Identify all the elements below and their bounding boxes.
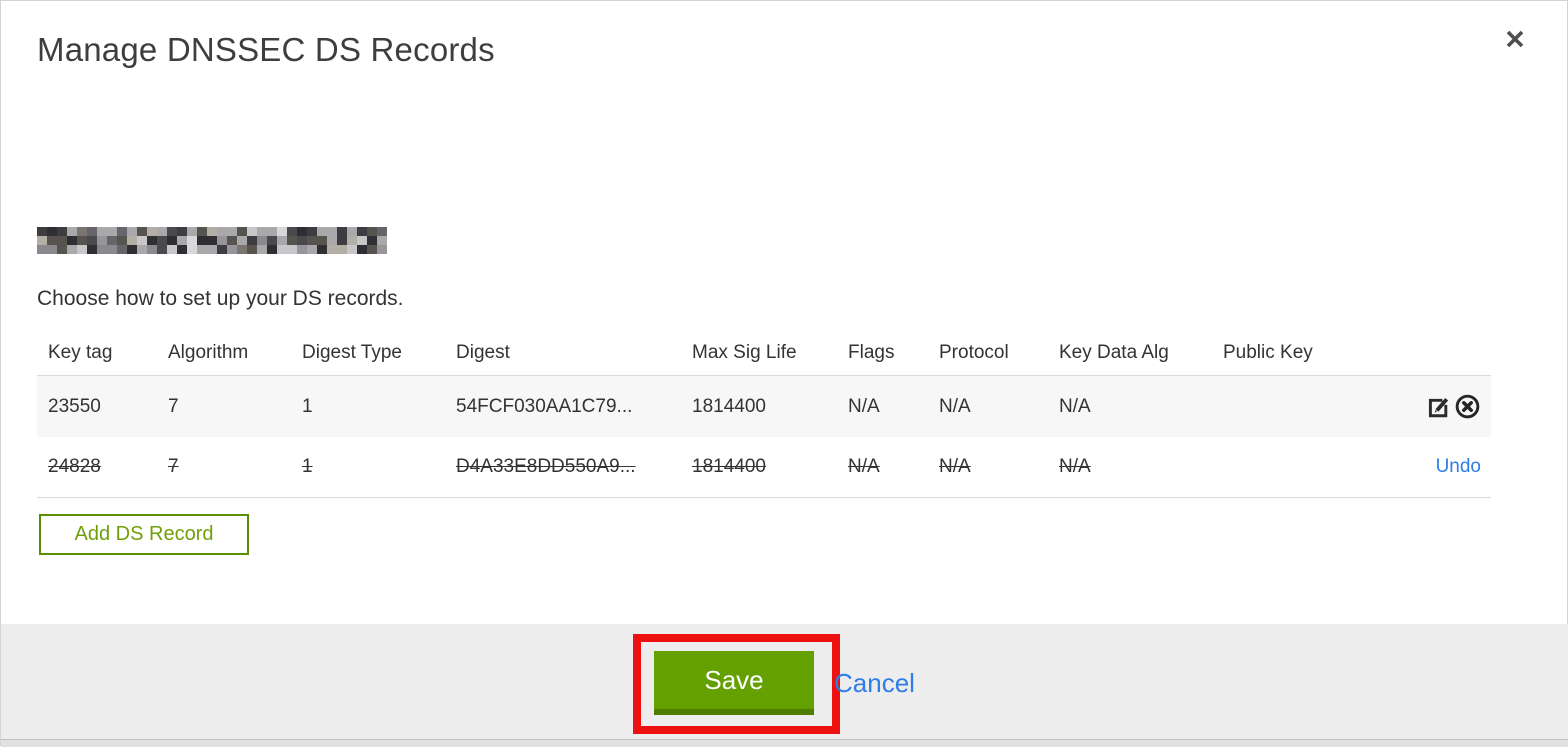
col-flags: Flags	[848, 342, 895, 363]
digest-value: 54FCF030AA1C79...	[456, 395, 633, 417]
edit-icon[interactable]	[1424, 393, 1452, 421]
algorithm-value: 7	[168, 395, 179, 417]
key-data-alg-value: N/A	[1059, 456, 1091, 477]
table-row-deleted: 24828 7 1 D4A33E8DD550A9... 1814400 N/A …	[37, 437, 1491, 498]
domain-name-redacted	[37, 227, 387, 254]
col-digest: Digest	[456, 342, 510, 363]
row-actions	[1401, 393, 1491, 421]
col-key-data-alg: Key Data Alg	[1059, 342, 1169, 363]
modal-footer: Save Cancel	[1, 624, 1568, 739]
flags-value: N/A	[848, 395, 880, 417]
protocol-value: N/A	[939, 395, 971, 417]
key-tag-value: 23550	[48, 395, 101, 417]
ds-records-table: Key tag Algorithm Digest Type Digest Max…	[37, 331, 1491, 498]
key-data-alg-value: N/A	[1059, 395, 1091, 417]
col-public-key: Public Key	[1223, 342, 1313, 363]
protocol-value: N/A	[939, 456, 971, 477]
close-icon[interactable]	[1499, 23, 1531, 55]
col-protocol: Protocol	[939, 342, 1009, 363]
max-sig-life-value: 1814400	[692, 456, 766, 477]
flags-value: N/A	[848, 456, 880, 477]
undo-link[interactable]: Undo	[1436, 456, 1481, 478]
col-key-tag: Key tag	[48, 342, 113, 363]
key-tag-value: 24828	[48, 456, 101, 477]
row-actions: Undo	[1401, 456, 1491, 478]
col-digest-type: Digest Type	[302, 342, 402, 363]
max-sig-life-value: 1814400	[692, 395, 766, 417]
manage-dnssec-modal: { "modal": { "title": "Manage DNSSEC DS …	[0, 0, 1568, 747]
page-title: Manage DNSSEC DS Records	[37, 31, 495, 68]
save-button[interactable]: Save	[654, 651, 814, 715]
cancel-link[interactable]: Cancel	[834, 668, 915, 699]
add-ds-record-button[interactable]: Add DS Record	[39, 514, 249, 555]
col-algorithm: Algorithm	[168, 342, 249, 363]
digest-type-value: 1	[302, 395, 313, 417]
table-header-row: Key tag Algorithm Digest Type Digest Max…	[37, 331, 1491, 376]
algorithm-value: 7	[168, 456, 179, 477]
table-row: 23550 7 1 54FCF030AA1C79... 1814400 N/A …	[37, 376, 1491, 437]
col-max-sig-life: Max Sig Life	[692, 342, 797, 363]
digest-value: D4A33E8DD550A9...	[456, 456, 636, 477]
delete-circle-icon[interactable]	[1453, 393, 1481, 421]
digest-type-value: 1	[302, 456, 313, 477]
instruction-text: Choose how to set up your DS records.	[37, 287, 404, 310]
